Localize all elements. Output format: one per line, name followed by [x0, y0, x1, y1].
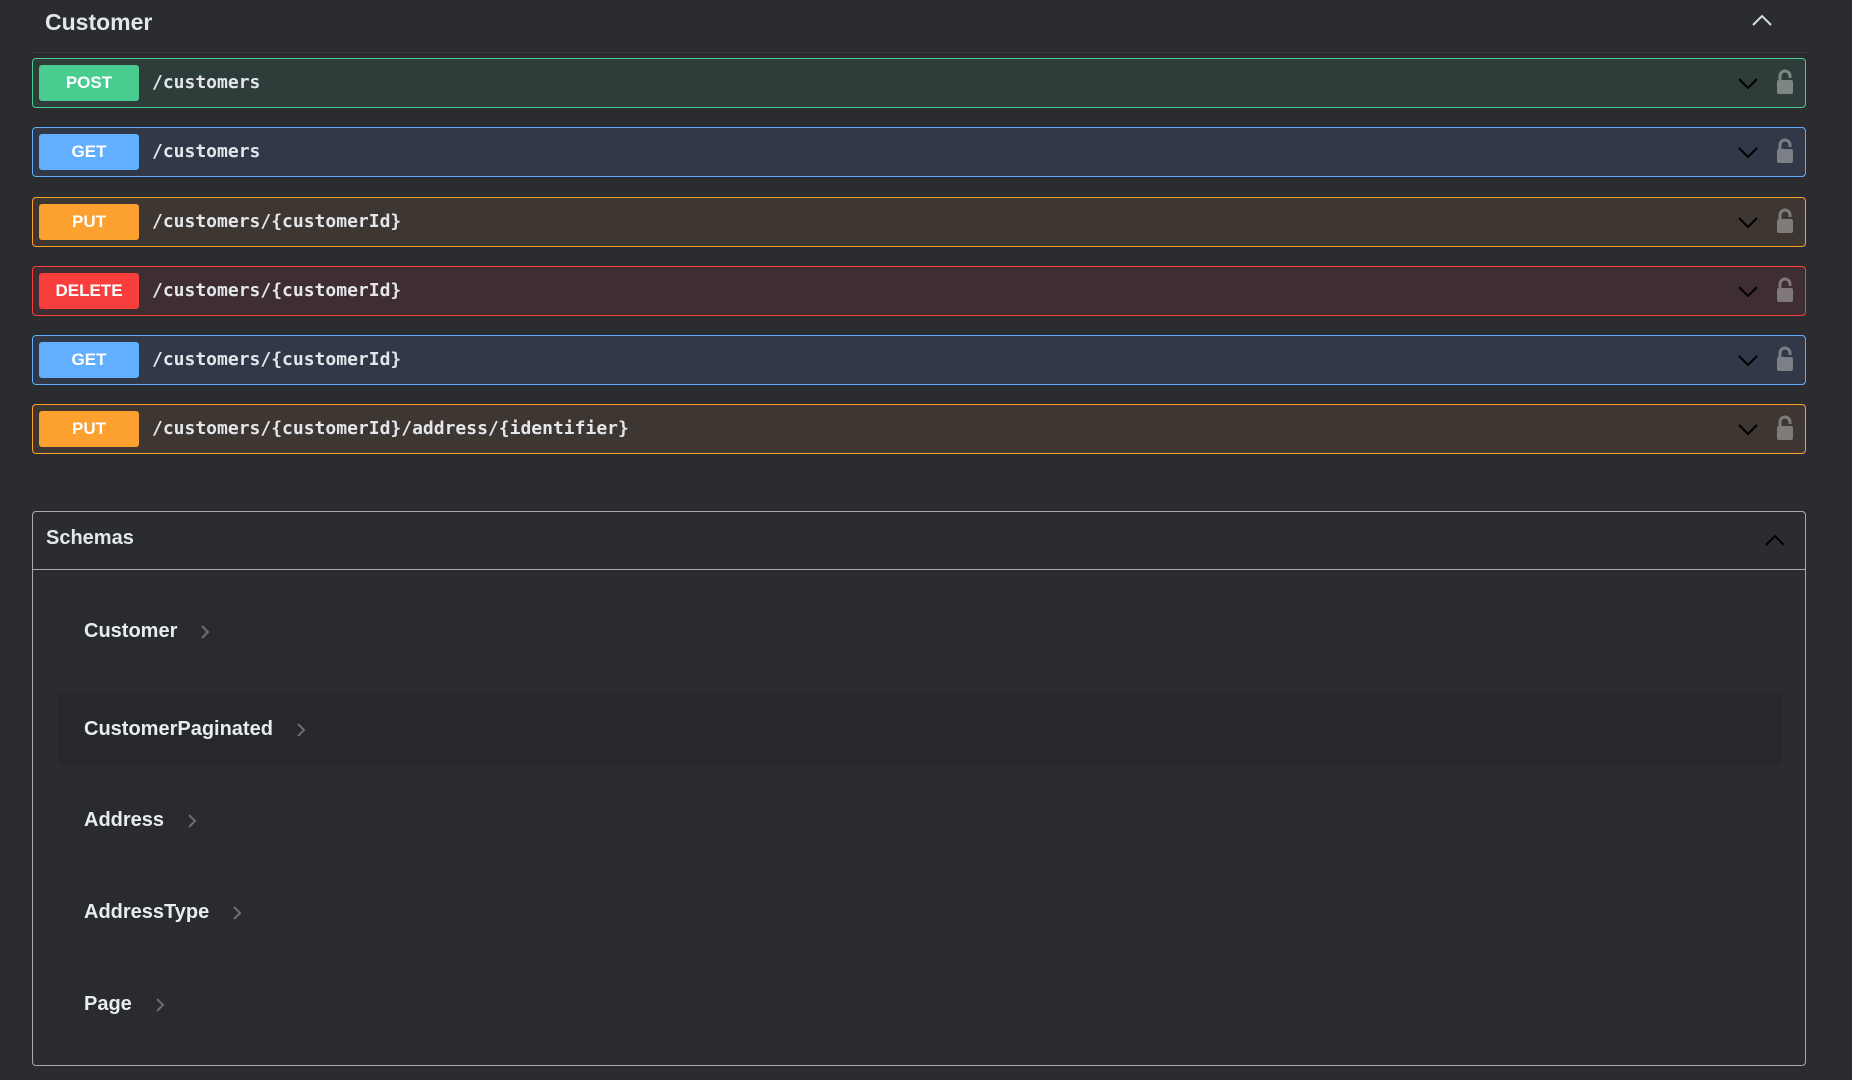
operation-path: /customers/{customerId}	[152, 280, 402, 301]
operation-path: /customers/{customerId}	[152, 211, 402, 232]
operation-get-customers[interactable]: GET /customers	[32, 127, 1806, 177]
chevron-right-icon[interactable]	[186, 813, 198, 829]
method-badge: PUT	[39, 411, 139, 447]
operation-put-customer-address[interactable]: PUT /customers/{customerId}/address/{ide…	[32, 404, 1806, 454]
chevron-right-icon[interactable]	[154, 997, 166, 1013]
schema-name: Customer	[84, 620, 178, 642]
chevron-down-icon[interactable]	[1737, 350, 1759, 370]
chevron-right-icon[interactable]	[231, 905, 243, 921]
method-badge: POST	[39, 65, 139, 101]
unlocked-padlock-icon[interactable]	[1775, 68, 1795, 96]
schema-item-customer-paginated[interactable]: CustomerPaginated	[58, 693, 1782, 765]
method-badge: GET	[39, 342, 139, 378]
operation-post-customers[interactable]: POST /customers	[32, 58, 1806, 108]
schema-name: Address	[84, 809, 165, 831]
unlocked-padlock-icon[interactable]	[1775, 414, 1795, 442]
operation-path: /customers	[152, 141, 261, 162]
chevron-down-icon[interactable]	[1737, 281, 1759, 301]
schema-name: AddressType	[84, 901, 210, 923]
schema-name: Page	[84, 993, 132, 1015]
method-badge: PUT	[39, 204, 139, 240]
operation-put-customer-by-id[interactable]: PUT /customers/{customerId}	[32, 197, 1806, 247]
unlocked-padlock-icon[interactable]	[1775, 276, 1795, 304]
schema-name: CustomerPaginated	[84, 718, 273, 740]
operation-delete-customer-by-id[interactable]: DELETE /customers/{customerId}	[32, 266, 1806, 316]
schemas-section: Schemas Customer CustomerPaginated Addre…	[32, 511, 1806, 1066]
unlocked-padlock-icon[interactable]	[1775, 207, 1795, 235]
operation-get-customer-by-id[interactable]: GET /customers/{customerId}	[32, 335, 1806, 385]
schema-item-address-type[interactable]: AddressType	[58, 876, 1782, 948]
operation-path: /customers/{customerId}	[152, 349, 402, 370]
operation-path: /customers/{customerId}/address/{identif…	[152, 418, 629, 439]
chevron-down-icon[interactable]	[1737, 142, 1759, 162]
method-badge: GET	[39, 134, 139, 170]
chevron-down-icon[interactable]	[1737, 212, 1759, 232]
schemas-title[interactable]: Schemas	[46, 527, 134, 550]
tag-section-header[interactable]: Customer	[32, 0, 1806, 53]
schema-item-customer[interactable]: Customer	[58, 595, 1782, 667]
schemas-header[interactable]: Schemas	[33, 512, 1805, 570]
chevron-down-icon[interactable]	[1737, 419, 1759, 439]
unlocked-padlock-icon[interactable]	[1775, 137, 1795, 165]
schema-item-address[interactable]: Address	[58, 784, 1782, 856]
method-badge: DELETE	[39, 273, 139, 309]
operation-path: /customers	[152, 72, 261, 93]
chevron-up-icon[interactable]	[1763, 530, 1787, 550]
tag-title[interactable]: Customer	[45, 9, 152, 36]
chevron-down-icon[interactable]	[1737, 73, 1759, 93]
unlocked-padlock-icon[interactable]	[1775, 345, 1795, 373]
schema-item-page[interactable]: Page	[58, 968, 1782, 1040]
chevron-right-icon[interactable]	[199, 624, 211, 640]
chevron-up-icon[interactable]	[1750, 10, 1774, 30]
chevron-right-icon[interactable]	[295, 722, 307, 738]
